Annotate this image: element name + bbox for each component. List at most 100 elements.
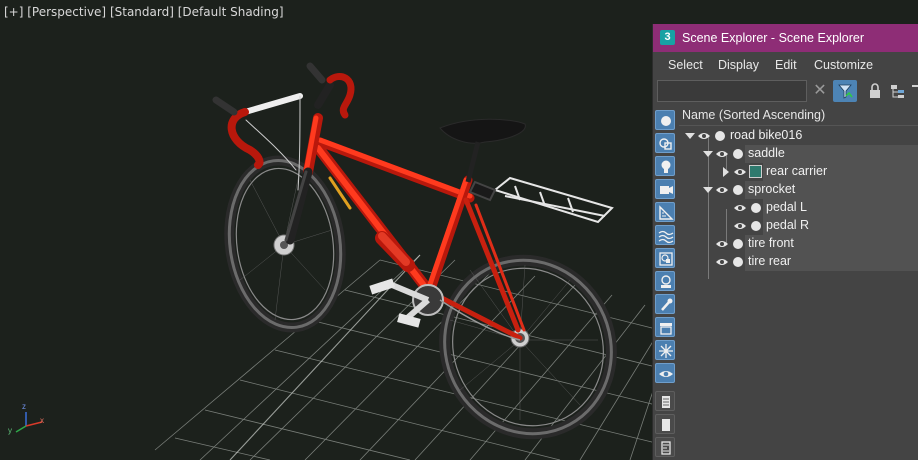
tree-label[interactable]: road bike016 xyxy=(730,128,802,142)
space-warps-icon xyxy=(658,230,674,244)
select-none-button[interactable] xyxy=(655,414,675,434)
menu-display[interactable]: Display xyxy=(718,58,759,72)
scene-tree: road bike016 saddle rear carrier sprocke… xyxy=(679,127,918,287)
visibility-eye-icon[interactable] xyxy=(697,130,711,142)
visibility-eye-icon[interactable] xyxy=(733,166,747,178)
name-column-header[interactable]: Name (Sorted Ascending) xyxy=(679,106,918,126)
saddle-model xyxy=(439,118,526,183)
collapse-arrow-icon[interactable] xyxy=(685,131,695,141)
lock-toggle-button[interactable] xyxy=(867,82,883,100)
viewport-label: [+] [Perspective] [Standard] [Default Sh… xyxy=(4,5,284,19)
filter-sidebar xyxy=(653,108,677,460)
lights-filter-button[interactable] xyxy=(655,156,675,176)
geometry-object-icon[interactable] xyxy=(749,165,762,178)
tree-row-tire-front[interactable]: tire front xyxy=(679,235,918,253)
explorer-title-bar[interactable]: 3 Scene Explorer - Scene Explorer xyxy=(653,24,918,52)
tree-label[interactable]: sprocket xyxy=(748,182,795,196)
axis-label-z: z xyxy=(22,402,26,411)
menu-edit[interactable]: Edit xyxy=(775,58,797,72)
groups-filter-button[interactable] xyxy=(655,248,675,268)
frozen-icon xyxy=(659,344,673,358)
tree-row-rear-carrier[interactable]: rear carrier xyxy=(679,163,918,181)
tree-label[interactable]: tire front xyxy=(748,236,794,250)
geometry-icon xyxy=(659,138,672,150)
visibility-eye-icon[interactable] xyxy=(715,256,729,268)
menu-select[interactable]: Select xyxy=(668,58,703,72)
invert-selection-button[interactable] xyxy=(655,437,675,457)
rear-wheel xyxy=(439,254,617,440)
viewport-shading-menu[interactable]: [Default Shading] xyxy=(178,5,284,19)
visibility-eye-icon[interactable] xyxy=(715,184,729,196)
display-none-icon xyxy=(661,116,671,126)
tree-row-sprocket[interactable]: sprocket xyxy=(679,181,918,199)
hierarchy-button[interactable] xyxy=(889,82,907,100)
freeze-dot-icon[interactable] xyxy=(715,131,725,141)
visibility-eye-icon[interactable] xyxy=(715,148,729,160)
tree-label[interactable]: tire rear xyxy=(748,254,791,268)
toolbar-overflow-button[interactable] xyxy=(911,82,918,100)
invert-selection-icon xyxy=(661,441,671,455)
groups-icon xyxy=(659,252,673,266)
visibility-eye-icon[interactable] xyxy=(733,202,747,214)
lock-icon xyxy=(870,83,880,98)
freeze-dot-icon[interactable] xyxy=(733,149,743,159)
filter-toggle-button[interactable] xyxy=(833,80,857,102)
visibility-eye-icon[interactable] xyxy=(733,220,747,232)
axis-label-y: y xyxy=(8,426,12,435)
tree-label[interactable]: pedal R xyxy=(766,218,809,232)
app-logo-icon: 3 xyxy=(660,30,675,45)
lights-icon xyxy=(661,160,671,173)
select-none-icon xyxy=(662,419,670,431)
explorer-title: Scene Explorer - Scene Explorer xyxy=(682,31,865,45)
tree-label[interactable]: saddle xyxy=(748,146,785,160)
tree-row-pedal-l[interactable]: pedal L xyxy=(679,199,918,217)
hierarchy-icon xyxy=(891,85,904,98)
select-all-button[interactable] xyxy=(655,391,675,411)
freeze-dot-icon[interactable] xyxy=(733,239,743,249)
rear-carrier-model xyxy=(468,176,614,224)
bones-icon xyxy=(661,298,673,311)
axis-label-x: x xyxy=(40,416,44,425)
menu-customize[interactable]: Customize xyxy=(814,58,873,72)
freeze-dot-icon[interactable] xyxy=(733,185,743,195)
tree-row-saddle[interactable]: saddle xyxy=(679,145,918,163)
geometry-filter-button[interactable] xyxy=(655,133,675,153)
overflow-icon xyxy=(912,85,918,87)
collapse-arrow-icon[interactable] xyxy=(703,185,713,195)
xrefs-icon xyxy=(661,275,671,288)
cameras-filter-button[interactable] xyxy=(655,179,675,199)
tree-label[interactable]: rear carrier xyxy=(766,164,827,178)
search-input[interactable] xyxy=(657,80,807,102)
xrefs-filter-button[interactable] xyxy=(655,271,675,291)
freeze-dot-icon[interactable] xyxy=(751,203,761,213)
helpers-icon xyxy=(659,205,674,220)
expand-arrow-icon[interactable] xyxy=(721,167,731,177)
viewport-mode-menu[interactable]: [Standard] xyxy=(110,5,174,19)
scene-explorer-panel: 3 Scene Explorer - Scene Explorer Select… xyxy=(652,24,918,460)
bones-filter-button[interactable] xyxy=(655,294,675,314)
cameras-icon xyxy=(660,186,673,194)
visibility-eye-icon[interactable] xyxy=(715,238,729,250)
collapse-arrow-icon[interactable] xyxy=(703,149,713,159)
tree-row-pedal-r[interactable]: pedal R xyxy=(679,217,918,235)
tree-row-tire-rear[interactable]: tire rear xyxy=(679,253,918,271)
viewport-plus-menu[interactable]: [+] xyxy=(4,5,23,19)
helpers-filter-button[interactable] xyxy=(655,202,675,222)
tree-label[interactable]: pedal L xyxy=(766,200,807,214)
filter-icon xyxy=(838,84,853,99)
select-all-icon xyxy=(662,396,670,408)
frozen-filter-button[interactable] xyxy=(655,340,675,360)
freeze-dot-icon[interactable] xyxy=(733,257,743,267)
freeze-dot-icon[interactable] xyxy=(751,221,761,231)
explorer-menu-bar: Select Display Edit Customize xyxy=(653,54,918,76)
hidden-filter-button[interactable] xyxy=(655,363,675,383)
clear-search-icon[interactable]: ✕ xyxy=(811,81,829,101)
viewport-view-menu[interactable]: [Perspective] xyxy=(27,5,106,19)
tree-row-road-bike016[interactable]: road bike016 xyxy=(679,127,918,145)
containers-filter-button[interactable] xyxy=(655,317,675,337)
explorer-toolbar: ✕ xyxy=(653,78,918,104)
display-none-button[interactable] xyxy=(655,110,675,130)
space-warps-filter-button[interactable] xyxy=(655,225,675,245)
hidden-icon xyxy=(659,371,673,377)
containers-icon xyxy=(660,323,672,335)
